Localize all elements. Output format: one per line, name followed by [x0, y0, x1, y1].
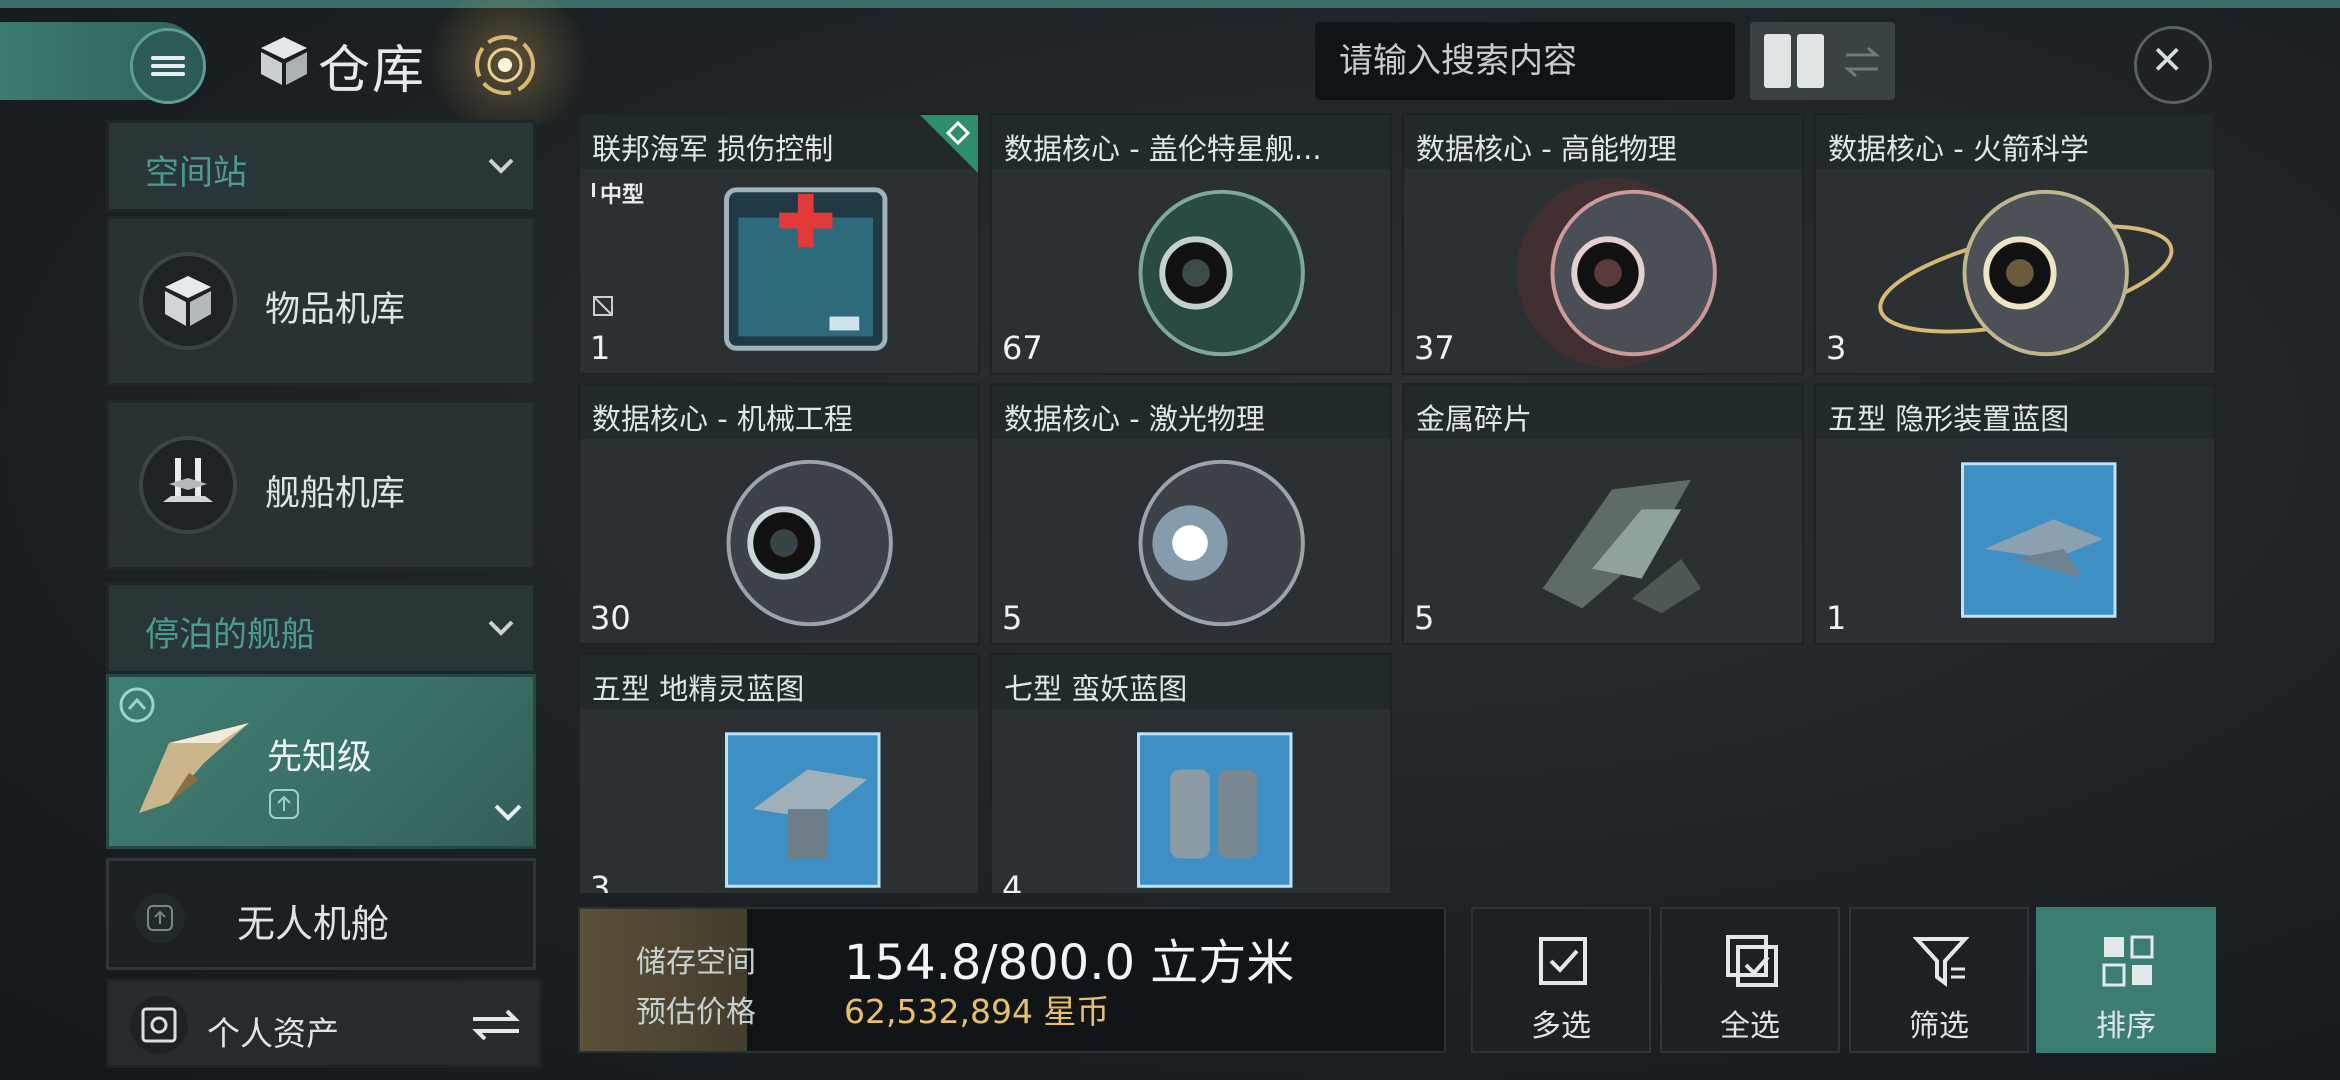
item-card[interactable]: 金属碎片 5: [1402, 383, 1804, 645]
target-icon[interactable]: [470, 30, 540, 100]
page-title: 仓库: [318, 41, 427, 101]
item-card[interactable]: 五型 地精灵蓝图 3: [578, 653, 980, 893]
item-card[interactable]: 联邦海军 损伤控制 中型 1: [578, 113, 980, 375]
section-space-station[interactable]: 空间站: [106, 120, 536, 212]
datacore-icon: [1138, 459, 1305, 627]
checkbox-icon: [1539, 937, 1587, 985]
metal-scraps-icon: [1542, 479, 1702, 614]
item-card[interactable]: 七型 蛮妖蓝图 4: [990, 653, 1392, 893]
item-quantity: 1: [1826, 599, 1847, 637]
item-quantity: 5: [1414, 599, 1435, 637]
estimated-price-label: 预估价格: [636, 995, 756, 1030]
item-grid: 联邦海军 损伤控制 中型 1 数据核心 - 盖伦特星舰... 67 数据核心 -…: [578, 113, 2216, 893]
view-toggle[interactable]: [1750, 22, 1895, 100]
swap-icon: [1844, 46, 1880, 78]
datacore-icon: [1516, 177, 1717, 369]
datacore-icon: [726, 459, 893, 627]
sidebar-item-item-hangar[interactable]: 物品机库: [106, 216, 536, 386]
section-label: 空间站: [145, 153, 247, 193]
menu-icon: [151, 52, 185, 80]
blueprint-icon: [1961, 462, 2117, 618]
ship-image: [139, 723, 249, 813]
sort-icon: [2102, 935, 2154, 987]
sidebar: 空间站 物品机库 舰船机库 停泊的舰船 先知级 无人机舱 个人资产: [106, 112, 542, 1068]
item-card[interactable]: 数据核心 - 火箭科学 3: [1814, 113, 2216, 375]
item-name: 数据核心 - 激光物理: [992, 385, 1390, 439]
item-card[interactable]: 数据核心 - 机械工程 30: [578, 383, 980, 645]
drone-bay-icon: [135, 893, 185, 943]
item-name: 五型 地精灵蓝图: [580, 655, 978, 709]
menu-button[interactable]: [130, 28, 206, 104]
blueprint-icon: [1137, 732, 1293, 888]
item-quantity: 30: [590, 599, 631, 637]
item-name: 数据核心 - 机械工程: [580, 385, 978, 439]
sidebar-item-drone-bay[interactable]: 无人机舱: [106, 858, 536, 970]
item-quantity: 1: [590, 329, 611, 367]
datacore-icon: [1878, 189, 2174, 357]
chevron-down-icon: [488, 620, 514, 636]
select-all-icon: [1726, 935, 1778, 987]
item-card[interactable]: 数据核心 - 激光物理 5: [990, 383, 1392, 645]
select-all-label: 全选: [1720, 1009, 1780, 1044]
item-quantity: 4: [1002, 869, 1023, 893]
item-quantity: 67: [1002, 329, 1043, 367]
item-name: 金属碎片: [1404, 385, 1802, 439]
item-card[interactable]: 数据核心 - 高能物理 37: [1402, 113, 1804, 375]
storage-space-value: 154.8/800.0 立方米: [844, 935, 1295, 991]
search-bar: [1315, 22, 1765, 100]
item-name: 数据核心 - 高能物理: [1404, 115, 1802, 169]
sidebar-item-ship-hangar[interactable]: 舰船机库: [106, 400, 536, 570]
sidebar-item-label: 物品机库: [265, 290, 406, 330]
safe-icon: [130, 996, 188, 1054]
item-image: [724, 187, 888, 351]
grid-view-icon: [1764, 34, 1824, 88]
close-icon: [2155, 47, 2179, 71]
storage-space-label: 储存空间: [636, 945, 756, 980]
box-icon: [139, 252, 237, 350]
storage-panel: 储存空间 预估价格 154.8/800.0 立方米 62,532,894 星币: [578, 907, 1446, 1053]
select-all-button[interactable]: 全选: [1660, 907, 1840, 1053]
section-docked-ships[interactable]: 停泊的舰船: [106, 582, 536, 674]
personal-assets-label: 个人资产: [207, 1014, 339, 1053]
top-accent-line: [0, 0, 2340, 8]
ship-name: 先知级: [267, 738, 373, 778]
estimated-price-value: 62,532,894 星币: [844, 992, 1110, 1031]
datacore-icon: [1138, 189, 1305, 357]
upload-icon: [269, 789, 299, 819]
close-button[interactable]: [2134, 26, 2212, 104]
cube-icon: [261, 37, 307, 85]
filter-label: 筛选: [1909, 1009, 1969, 1044]
sidebar-item-label: 舰船机库: [265, 474, 406, 514]
item-name: 联邦海军 损伤控制: [580, 115, 978, 169]
multi-select-label: 多选: [1531, 1009, 1591, 1044]
section-label: 停泊的舰船: [145, 615, 315, 655]
search-input[interactable]: [1315, 40, 1765, 82]
item-name: 数据核心 - 火箭科学: [1816, 115, 2214, 169]
item-name: 数据核心 - 盖伦特星舰...: [992, 115, 1390, 169]
diamond-icon: [946, 121, 970, 145]
personal-assets[interactable]: 个人资产: [106, 978, 542, 1068]
item-name: 五型 隐形装置蓝图: [1816, 385, 2214, 439]
chevron-down-icon[interactable]: [493, 801, 523, 825]
item-quantity: 5: [1002, 599, 1023, 637]
chevron-down-icon: [488, 158, 514, 174]
item-quantity: 37: [1414, 329, 1455, 367]
item-card[interactable]: 五型 隐形装置蓝图 1: [1814, 383, 2216, 645]
sort-button[interactable]: 排序: [2036, 907, 2216, 1053]
docked-ship-card[interactable]: 先知级: [106, 674, 536, 849]
multi-select-button[interactable]: 多选: [1471, 907, 1651, 1053]
filter-button[interactable]: 筛选: [1849, 907, 2029, 1053]
sort-label: 排序: [2096, 1009, 2156, 1044]
item-quantity: 3: [1826, 329, 1847, 367]
filter-icon: [1913, 937, 1969, 987]
blueprint-icon: [725, 732, 881, 888]
sidebar-item-label: 无人机舱: [237, 902, 390, 946]
ship-hangar-icon: [139, 436, 237, 534]
swap-icon[interactable]: [471, 1007, 521, 1043]
item-card[interactable]: 数据核心 - 盖伦特星舰... 67: [990, 113, 1392, 375]
item-quantity: 3: [590, 869, 611, 893]
item-name: 七型 蛮妖蓝图: [992, 655, 1390, 709]
